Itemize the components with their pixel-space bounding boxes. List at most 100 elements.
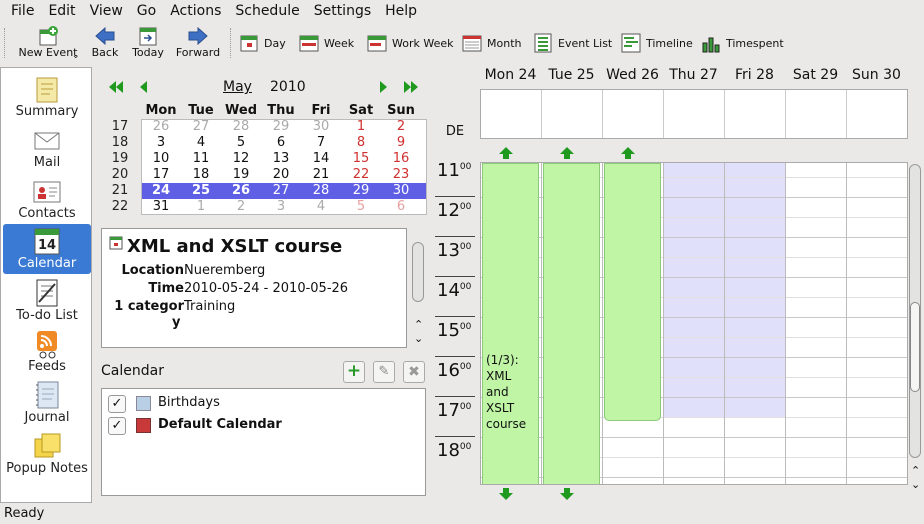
forward-button[interactable]: Forward	[174, 22, 222, 64]
day-cell[interactable]: 1	[181, 199, 221, 214]
sidebar-item-summary[interactable]: Summary	[3, 72, 91, 122]
menu-schedule[interactable]: Schedule	[228, 0, 306, 22]
day-cell[interactable]: 28	[301, 183, 341, 198]
day-cell[interactable]: 3	[261, 199, 301, 214]
day-cell[interactable]: 27	[181, 119, 221, 134]
month-selector[interactable]: May	[223, 79, 252, 95]
day-cell[interactable]: 24	[141, 183, 181, 198]
day-cell[interactable]: 6	[261, 135, 301, 150]
menu-actions[interactable]: Actions	[163, 0, 228, 22]
menu-settings[interactable]: Settings	[307, 0, 378, 22]
scrollbar-thumb[interactable]	[412, 242, 424, 302]
event-block[interactable]	[543, 163, 600, 484]
day-header[interactable]: Thu 27	[663, 67, 724, 83]
day-cell[interactable]: 19	[221, 167, 261, 182]
day-cell[interactable]: 17	[141, 167, 181, 182]
down-arrow-icon[interactable]	[499, 488, 513, 500]
day-cell[interactable]: 8	[341, 135, 381, 150]
day-cell[interactable]: 5	[341, 199, 381, 214]
day-cell[interactable]: 23	[381, 167, 421, 182]
day-view-button[interactable]: Day	[238, 32, 286, 54]
scrollbar-thumb[interactable]	[910, 302, 920, 392]
day-cell[interactable]: 3	[141, 135, 181, 150]
day-cell[interactable]: 18	[181, 167, 221, 182]
edit-calendar-button[interactable]: ✎	[373, 361, 395, 383]
day-cell[interactable]: 6	[381, 199, 421, 214]
day-cell[interactable]: 30	[381, 183, 421, 198]
calendar-item-birthdays[interactable]: ✓ Birthdays	[106, 393, 422, 415]
day-cell[interactable]: 31	[141, 199, 181, 214]
sidebar-item-contacts[interactable]: Contacts	[3, 174, 91, 224]
scroll-down-icon[interactable]: ⌄	[414, 332, 423, 345]
day-cell[interactable]: 4	[301, 199, 341, 214]
up-arrow-icon[interactable]	[621, 147, 635, 159]
sidebar-item-todo[interactable]: To-do List	[3, 276, 91, 326]
day-cell[interactable]: 22	[341, 167, 381, 182]
menu-file[interactable]: File	[4, 0, 41, 22]
day-header[interactable]: Tue 25	[541, 67, 602, 83]
day-header[interactable]: Mon 24	[480, 67, 541, 83]
scroll-up-icon[interactable]: ⌃	[414, 318, 423, 331]
day-cell[interactable]: 2	[381, 119, 421, 134]
day-header[interactable]: Wed 26	[602, 67, 663, 83]
sidebar-item-feeds[interactable]: Feeds	[3, 327, 91, 377]
day-header[interactable]: Fri 28	[724, 67, 785, 83]
week-number[interactable]: 22	[100, 199, 140, 214]
chevron-down-icon[interactable]: ⌄	[72, 51, 80, 61]
next-month-icon[interactable]	[379, 80, 389, 94]
day-cell[interactable]: 1	[341, 119, 381, 134]
day-header[interactable]: Sat 29	[785, 67, 846, 83]
agenda-scrollbar[interactable]	[907, 162, 924, 460]
work-week-view-button[interactable]: Work Week	[366, 32, 454, 54]
day-cell[interactable]: 12	[221, 151, 261, 166]
week-number[interactable]: 20	[100, 167, 140, 182]
sidebar-item-mail[interactable]: Mail	[3, 123, 91, 173]
back-button[interactable]: Back	[88, 22, 122, 64]
up-arrow-icon[interactable]	[560, 147, 574, 159]
day-cell[interactable]: 29	[261, 119, 301, 134]
week-number[interactable]: 17	[100, 119, 140, 134]
menu-go[interactable]: Go	[130, 0, 163, 22]
sidebar-item-calendar[interactable]: 14 Calendar	[3, 224, 91, 274]
day-cell[interactable]: 25	[181, 183, 221, 198]
day-cell[interactable]: 26	[141, 119, 181, 134]
day-cell[interactable]: 11	[181, 151, 221, 166]
day-cell[interactable]: 13	[261, 151, 301, 166]
menu-view[interactable]: View	[83, 0, 130, 22]
add-calendar-button[interactable]: +	[343, 361, 365, 383]
sidebar-item-journal[interactable]: Journal	[3, 378, 91, 428]
day-cell[interactable]: 9	[381, 135, 421, 150]
scroll-up-icon[interactable]: ⌃	[911, 464, 920, 477]
up-arrow-icon[interactable]	[499, 147, 513, 159]
menu-help[interactable]: Help	[378, 0, 424, 22]
day-cell[interactable]: 14	[301, 151, 341, 166]
event-viewer-scrollbar[interactable]: ⌃ ⌄	[409, 228, 427, 348]
day-cell[interactable]: 30	[301, 119, 341, 134]
day-cell[interactable]: 2	[221, 199, 261, 214]
checkbox-icon[interactable]: ✓	[108, 395, 126, 413]
time-grid[interactable]: (1/3): XML and XSLT course	[480, 162, 908, 485]
scroll-down-icon[interactable]: ⌄	[911, 478, 920, 491]
day-cell[interactable]: 7	[301, 135, 341, 150]
day-cell[interactable]: 5	[221, 135, 261, 150]
week-number[interactable]: 21	[100, 183, 140, 198]
all-day-area[interactable]	[480, 89, 908, 139]
day-cell[interactable]: 26	[221, 183, 261, 198]
sidebar-item-popup-notes[interactable]: Popup Notes	[3, 429, 91, 479]
previous-month-icon[interactable]	[138, 80, 148, 94]
year-selector[interactable]: 2010	[270, 79, 306, 95]
event-block[interactable]: (1/3): XML and XSLT course	[482, 163, 539, 484]
day-cell[interactable]: 20	[261, 167, 301, 182]
day-cell[interactable]: 27	[261, 183, 301, 198]
day-cell[interactable]: 15	[341, 151, 381, 166]
timeline-button[interactable]: Timeline	[620, 32, 693, 54]
day-cell[interactable]: 28	[221, 119, 261, 134]
previous-year-icon[interactable]	[108, 80, 124, 94]
calendar-item-default[interactable]: ✓ Default Calendar	[106, 415, 422, 437]
checkbox-icon[interactable]: ✓	[108, 417, 126, 435]
week-number[interactable]: 19	[100, 151, 140, 166]
down-arrow-icon[interactable]	[560, 488, 574, 500]
day-cell[interactable]: 16	[381, 151, 421, 166]
day-header[interactable]: Sun 30	[846, 67, 907, 83]
event-list-button[interactable]: Event List	[532, 32, 612, 54]
